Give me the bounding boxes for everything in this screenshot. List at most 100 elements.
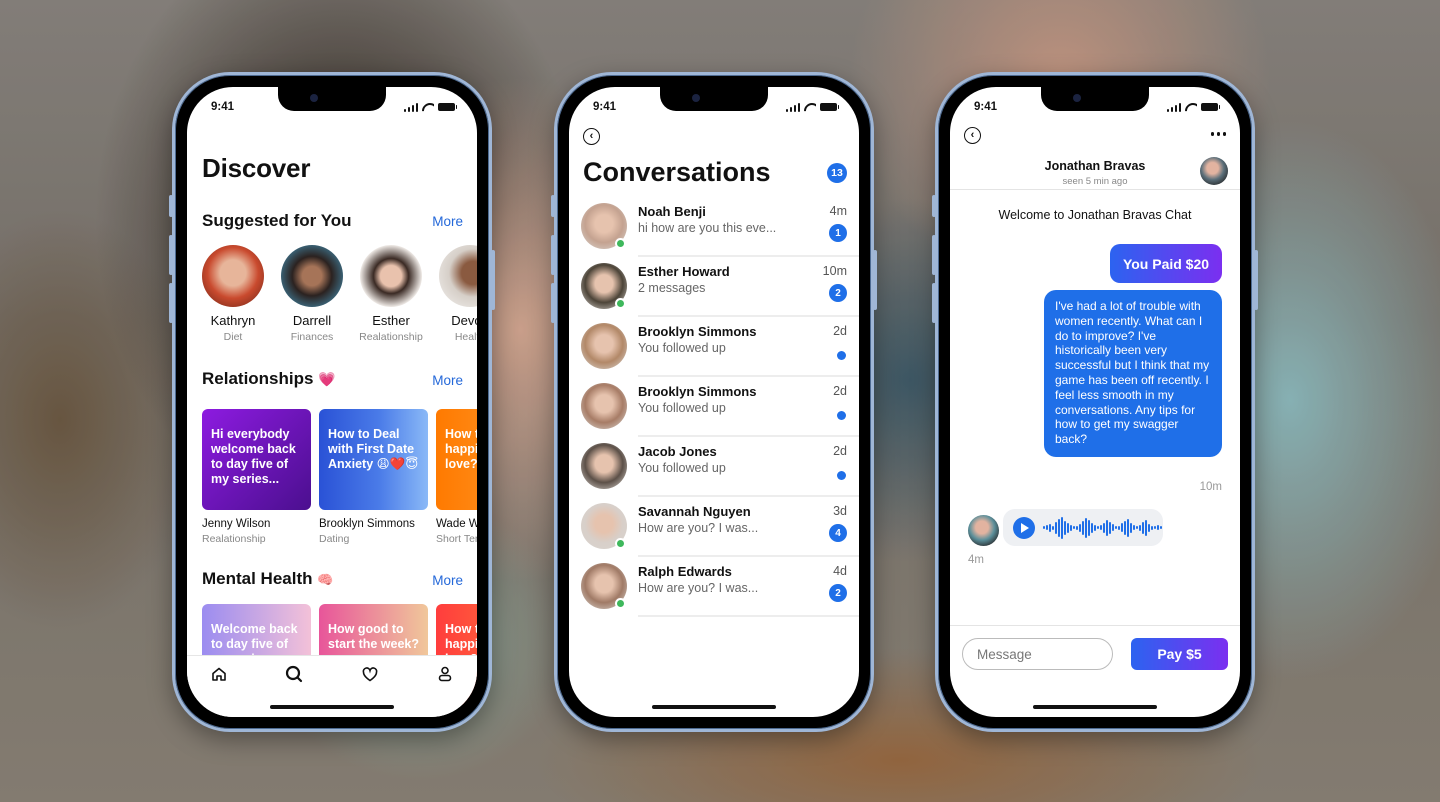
online-indicator: [615, 598, 626, 609]
message-input[interactable]: [962, 638, 1113, 670]
message-preview: You followed up: [638, 341, 726, 355]
conversation-row[interactable]: Ralph Edwards How are you? I was... 4d 2: [581, 557, 859, 617]
tab-search[interactable]: [284, 664, 304, 684]
unread-badge: 2: [829, 284, 847, 302]
status-time: 9:41: [211, 101, 235, 113]
contact-avatar[interactable]: [1200, 157, 1228, 185]
discover-screen: 9:41 Discover Suggested for You More Kat…: [187, 87, 477, 717]
suggested-person[interactable]: Kathryn Diet: [201, 245, 265, 343]
card-author: Brooklyn Simmons: [319, 518, 415, 530]
conversation-row[interactable]: Esther Howard 2 messages 10m 2: [581, 257, 859, 317]
message-composer: Pay $5: [950, 625, 1240, 717]
message-preview: You followed up: [638, 401, 726, 415]
contact-name: Jacob Jones: [638, 444, 717, 459]
waveform-bar: [1112, 524, 1114, 531]
waveform-bar: [1091, 522, 1093, 533]
message-time: 4m: [829, 204, 847, 218]
waveform-bar: [1058, 518, 1060, 537]
message-time: 2d: [833, 384, 847, 398]
waveform-bar: [1130, 522, 1132, 533]
waveform-bar: [1061, 516, 1063, 539]
waveform-bar: [1043, 526, 1045, 529]
waveform-bar: [1055, 521, 1057, 534]
message-preview: hi how are you this eve...: [638, 221, 777, 235]
battery-icon: [820, 103, 839, 111]
avatar: [202, 245, 264, 307]
tab-profile[interactable]: [435, 664, 455, 684]
brain-emoji-icon: 🧠: [317, 572, 334, 587]
avatar: [581, 323, 627, 369]
home-indicator: [270, 705, 394, 709]
person-name: Esther: [372, 313, 410, 328]
suggested-more-link[interactable]: More: [432, 214, 463, 229]
conversation-row[interactable]: Jacob Jones You followed up 2d: [581, 437, 859, 497]
message-timestamp: 10m: [1199, 481, 1222, 493]
contact-name: Esther Howard: [638, 264, 730, 279]
chat-screen: 9:41 ‹ Jonathan Bravas seen 5 min ago We…: [950, 87, 1240, 717]
back-button[interactable]: ‹: [964, 127, 981, 144]
wifi-icon: [1185, 103, 1197, 112]
waveform-bar: [1133, 525, 1135, 530]
play-icon[interactable]: [1013, 516, 1035, 539]
card-thumbnail: How to find happiness in love?: [436, 409, 477, 510]
waveform-bar: [1103, 522, 1105, 533]
contact-name: Ralph Edwards: [638, 564, 732, 579]
status-time: 9:41: [974, 101, 998, 113]
conversation-row[interactable]: Brooklyn Simmons You followed up 2d: [581, 377, 859, 437]
content-card[interactable]: Hi everybody welcome back to day five of…: [202, 409, 311, 545]
waveform-bar: [1154, 526, 1156, 529]
waveform-bar: [1094, 524, 1096, 531]
tab-favorites[interactable]: [360, 664, 380, 684]
suggested-person[interactable]: Esther Realationship: [359, 245, 423, 343]
back-button[interactable]: ‹: [583, 128, 600, 145]
waveform-bar: [1109, 521, 1111, 534]
relationships-more-link[interactable]: More: [432, 373, 463, 388]
tab-home[interactable]: [209, 664, 229, 684]
mental-health-more-link[interactable]: More: [432, 573, 463, 588]
unread-dot: [837, 471, 846, 480]
section-title-suggested: Suggested for You: [202, 211, 352, 230]
suggested-person[interactable]: Darrell Finances: [280, 245, 344, 343]
conversation-row[interactable]: Brooklyn Simmons You followed up 2d: [581, 317, 859, 377]
wifi-icon: [422, 103, 434, 112]
notch: [660, 87, 768, 111]
unread-badge: 4: [829, 524, 847, 542]
person-name: Darrell: [292, 313, 332, 328]
suggested-person[interactable]: Devon Health: [438, 245, 477, 343]
total-unread-badge: 13: [827, 163, 847, 183]
waveform-bar: [1073, 526, 1075, 529]
card-thumbnail: How to Deal with First Date Anxiety 😩❤️😇: [319, 409, 428, 510]
message-time: 2d: [833, 444, 847, 458]
waveform-bar: [1052, 525, 1054, 530]
online-indicator: [615, 238, 626, 249]
waveform-bar: [1088, 519, 1090, 536]
conversation-list: Noah Benji hi how are you this eve... 4m 1 E…: [581, 197, 859, 617]
avatar: [360, 245, 422, 307]
unread-dot: [837, 351, 846, 360]
wifi-icon: [804, 103, 816, 112]
message-time: 2d: [833, 324, 847, 338]
waveform-bar: [1082, 520, 1084, 535]
waveform[interactable]: [1043, 514, 1162, 542]
conversation-row[interactable]: Savannah Nguyen How are you? I was... 3d 4: [581, 497, 859, 557]
person-name: Kathryn: [210, 313, 256, 328]
conversations-screen: 9:41 ‹ Conversations 13 Noah Benji hi how…: [569, 87, 859, 717]
conversation-row[interactable]: Noah Benji hi how are you this eve... 4m 1: [581, 197, 859, 257]
unread-dot: [837, 411, 846, 420]
pay-button[interactable]: Pay $5: [1131, 638, 1228, 670]
search-icon: [286, 665, 303, 683]
relationships-cards: Hi everybody welcome back to day five of…: [202, 409, 477, 545]
more-options-button[interactable]: [1210, 132, 1226, 136]
message-time: 10m: [822, 264, 847, 278]
unread-badge: 1: [829, 224, 847, 242]
last-seen: seen 5 min ago: [1062, 176, 1128, 187]
waveform-bar: [1064, 520, 1066, 535]
waveform-bar: [1142, 521, 1144, 534]
content-card[interactable]: How to find happiness in love? Wade Warr…: [436, 409, 477, 545]
waveform-bar: [1097, 526, 1099, 529]
page-title: Conversations: [583, 157, 771, 187]
section-title-mental-health: Mental Health 🧠: [202, 569, 333, 589]
welcome-message: Welcome to Jonathan Bravas Chat: [998, 208, 1192, 222]
online-indicator: [615, 298, 626, 309]
content-card[interactable]: How to Deal with First Date Anxiety 😩❤️😇…: [319, 409, 428, 545]
